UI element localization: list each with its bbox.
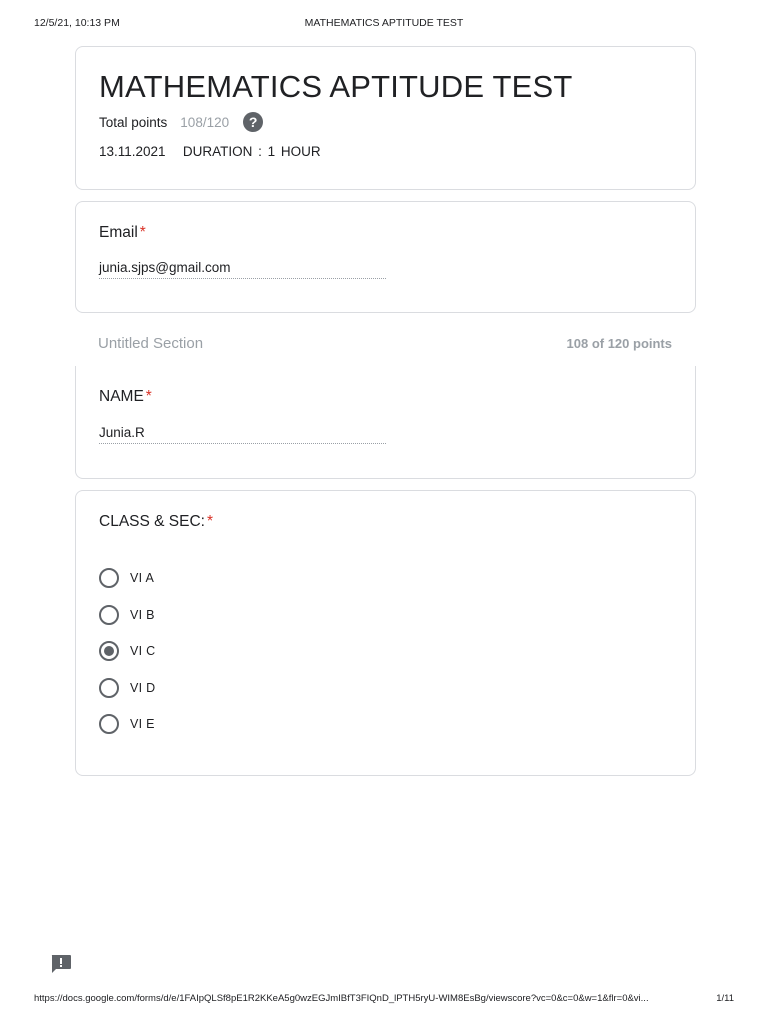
radio-option-label: VI B bbox=[130, 607, 155, 622]
radio-button[interactable] bbox=[99, 568, 119, 588]
radio-option-label: VI D bbox=[130, 680, 156, 695]
report-exclamation-icon[interactable] bbox=[50, 954, 72, 974]
total-points-value: 108/120 bbox=[180, 114, 230, 130]
radio-option-label: VI A bbox=[130, 571, 155, 585]
form-title: MATHEMATICS APTITUDE TEST bbox=[99, 69, 573, 104]
print-header: 12/5/21, 10:13 PM MATHEMATICS APTITUDE T… bbox=[34, 17, 734, 31]
form-description: 13.11.2021 DURATION : 1 HOUR bbox=[99, 144, 321, 159]
email-question-card: Email * junia.sjps@gmail.com bbox=[75, 201, 696, 313]
radio-option-vi-e[interactable]: VI E bbox=[99, 714, 156, 751]
radio-option-vi-b[interactable]: VI B bbox=[99, 604, 156, 642]
radio-option-label: VI C bbox=[130, 644, 156, 658]
email-question-label: Email bbox=[99, 224, 138, 241]
email-question-title: Email * bbox=[99, 224, 146, 242]
help-icon[interactable]: ? bbox=[243, 112, 264, 132]
email-answer: junia.sjps@gmail.com bbox=[99, 260, 386, 279]
section-title: Untitled Section bbox=[98, 335, 204, 352]
radio-button[interactable] bbox=[99, 604, 119, 625]
section-points: 108 of 120 points bbox=[566, 336, 672, 351]
radio-option-vi-c[interactable]: VI C bbox=[99, 641, 156, 678]
print-url: https://docs.google.com/forms/d/e/1FAIpQ… bbox=[34, 993, 649, 1004]
radio-option-vi-a[interactable]: VI A bbox=[99, 568, 156, 605]
section-header: Untitled Section 108 of 120 points bbox=[75, 335, 696, 355]
name-question-title: NAME * bbox=[99, 388, 152, 406]
radio-option-label: VI E bbox=[130, 717, 155, 731]
required-asterisk: * bbox=[145, 388, 152, 405]
print-page-number: 1/11 bbox=[716, 993, 734, 1004]
radio-button[interactable] bbox=[99, 677, 119, 698]
class-question-card: CLASS & SEC: * VI A VI B VI C VI D VI E bbox=[75, 490, 696, 776]
required-asterisk: * bbox=[206, 513, 214, 530]
total-points-label: Total points bbox=[99, 114, 168, 130]
print-doc-title: MATHEMATICS APTITUDE TEST bbox=[304, 17, 464, 29]
name-answer: Junia.R bbox=[99, 425, 386, 444]
print-footer: https://docs.google.com/forms/d/e/1FAIpQ… bbox=[34, 993, 734, 1007]
radio-option-vi-d[interactable]: VI D bbox=[99, 677, 156, 715]
required-asterisk: * bbox=[139, 224, 146, 241]
name-question-card: NAME * Junia.R bbox=[75, 366, 696, 479]
class-options: VI A VI B VI C VI D VI E bbox=[99, 568, 156, 751]
name-question-label: NAME bbox=[99, 388, 144, 405]
class-question-label: CLASS & SEC: bbox=[99, 513, 205, 530]
radio-button-selected[interactable] bbox=[99, 641, 119, 661]
radio-button[interactable] bbox=[99, 714, 119, 734]
total-points-row: Total points 108/120 ? bbox=[99, 110, 264, 134]
form-header-card: MATHEMATICS APTITUDE TEST Total points 1… bbox=[75, 46, 696, 190]
class-question-title: CLASS & SEC: * bbox=[99, 513, 213, 531]
